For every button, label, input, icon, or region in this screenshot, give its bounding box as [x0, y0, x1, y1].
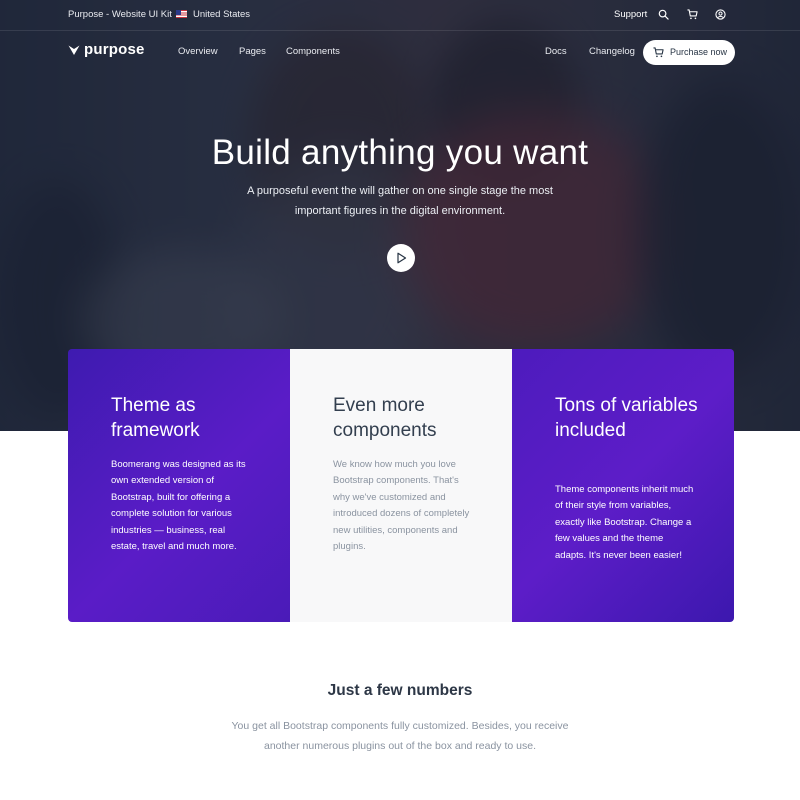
country-selector[interactable]: United States: [193, 9, 250, 20]
feature-card-components: Even more components We know how much yo…: [290, 349, 512, 622]
nav-link-changelog[interactable]: Changelog: [589, 46, 635, 57]
flag-us-icon: [176, 10, 187, 18]
numbers-section-subtitle: You get all Bootstrap components fully c…: [231, 720, 569, 752]
numbers-section-title: Just a few numbers: [327, 682, 473, 699]
play-icon: [397, 252, 407, 264]
purchase-label: Purchase now: [670, 47, 728, 57]
logo-text[interactable]: purpose: [84, 41, 145, 58]
nav-link-components[interactable]: Components: [286, 46, 340, 57]
hero-subtitle: A purposeful event the will gather on on…: [247, 185, 553, 217]
feature-card-text: Boomerang was designed as its own extend…: [111, 459, 246, 553]
topbar-brand[interactable]: Purpose - Website UI Kit: [68, 9, 172, 20]
purchase-button[interactable]: Purchase now: [643, 40, 735, 65]
feature-card-title: Even more components: [333, 395, 437, 441]
nav-link-docs[interactable]: Docs: [545, 46, 567, 57]
feature-card-title: Theme as framework: [111, 395, 200, 441]
hero-title: Build anything you want: [211, 133, 589, 172]
logo-icon[interactable]: [68, 44, 80, 56]
feature-card-framework: Theme as framework Boomerang was designe…: [68, 349, 290, 622]
main-navbar: purpose Overview Pages Components Docs C…: [0, 32, 800, 72]
search-icon[interactable]: [658, 9, 669, 20]
feature-card-text: Theme components inherit much of their s…: [555, 484, 694, 561]
feature-card-variables: Tons of variables included Theme compone…: [512, 349, 734, 622]
cart-icon[interactable]: [687, 9, 698, 20]
nav-link-overview[interactable]: Overview: [178, 46, 218, 57]
nav-link-pages[interactable]: Pages: [239, 46, 266, 57]
topbar: Purpose - Website UI Kit United States S…: [0, 0, 800, 31]
feature-card-title: Tons of variables included: [555, 395, 698, 441]
cart-icon: [653, 47, 664, 58]
user-circle-icon[interactable]: [715, 9, 726, 20]
play-video-button[interactable]: [387, 244, 415, 272]
support-link[interactable]: Support: [614, 9, 647, 20]
feature-card-text: We know how much you love Bootstrap comp…: [333, 459, 470, 553]
